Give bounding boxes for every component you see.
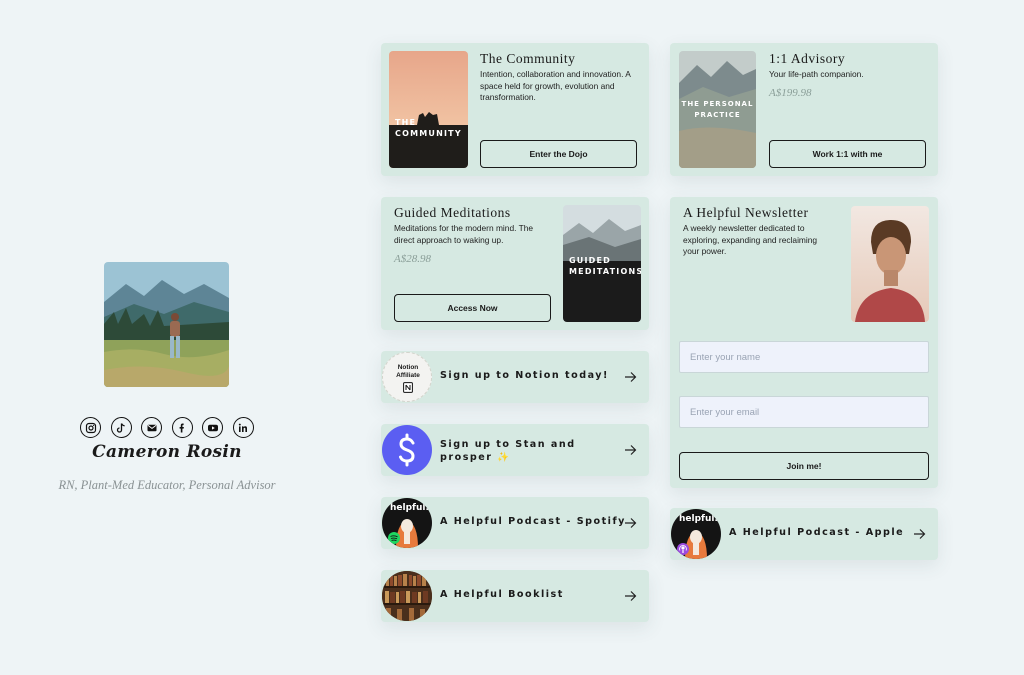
profile-subtitle: RN, Plant-Med Educator, Personal Advisor: [58, 478, 276, 492]
advisory-price: A$199.98: [769, 87, 812, 99]
advisory-title: 1:1 Advisory: [769, 51, 846, 66]
newsletter-title: A Helpful Newsletter: [683, 205, 809, 220]
community-thumb-line1: THE: [395, 118, 417, 127]
join-me-button[interactable]: Join me!: [679, 452, 929, 480]
newsletter-description: A weekly newsletter dedicated to explori…: [683, 223, 818, 257]
enter-dojo-button[interactable]: Enter the Dojo: [480, 140, 637, 168]
youtube-icon[interactable]: [202, 417, 224, 438]
newsletter-portrait: [851, 206, 929, 322]
arrow-right-icon: [625, 591, 637, 601]
email-input[interactable]: [679, 396, 929, 428]
meditations-description: Meditations for the modern mind. The dir…: [394, 223, 534, 245]
arrow-right-icon: [625, 445, 637, 455]
advisory-description: Your life-path companion.: [769, 69, 864, 79]
social-links: [80, 417, 254, 439]
apple-link-label: A Helpful Podcast - Apple: [729, 527, 905, 538]
notion-link-label: Sign up to Notion today!: [440, 370, 609, 381]
spotify-cover-text: helpful.: [390, 503, 429, 513]
instagram-icon[interactable]: [80, 417, 101, 438]
arrow-right-icon: [625, 372, 637, 382]
notion-affiliate-badge: Notion Affiliate: [382, 352, 432, 402]
tiktok-icon[interactable]: [110, 417, 132, 438]
podcast-cover-spotify: helpful.: [382, 498, 432, 548]
notion-logo-icon: [403, 382, 413, 393]
community-card: THE COMMUNITY The Community Intention, c…: [381, 43, 649, 176]
meditations-thumbnail: GUIDED MEDITATIONS: [563, 205, 641, 322]
advisory-thumb-line2: PRACTICE: [694, 111, 741, 119]
work-with-me-button[interactable]: Work 1:1 with me: [769, 140, 926, 168]
stan-link-label: Sign up to Stan and prosper ✨: [440, 439, 576, 463]
profile-section: Cameron Rosin RN, Plant-Med Educator, Pe…: [0, 0, 340, 675]
podcast-cover-apple: helpful.: [671, 509, 721, 559]
stan-dollar-icon: [382, 425, 432, 475]
meditations-card: Guided Meditations Meditations for the m…: [381, 197, 649, 330]
booklist-link[interactable]: A Helpful Booklist: [381, 570, 649, 622]
notion-badge-line1: Notion: [397, 364, 419, 371]
spotify-link-label: A Helpful Podcast - Spotify: [440, 516, 626, 527]
meditations-title: Guided Meditations: [394, 205, 511, 220]
meditations-thumb-line1: GUIDED: [569, 256, 611, 265]
apple-cover-text: helpful.: [679, 514, 718, 524]
advisory-thumbnail: THE PERSONAL PRACTICE: [679, 51, 756, 168]
notion-link[interactable]: Notion Affiliate Sign up to Notion today…: [381, 351, 649, 403]
spotify-podcast-link[interactable]: helpful. A Helpful Podcast - Spotify: [381, 497, 649, 549]
linkedin-icon[interactable]: [232, 417, 254, 438]
community-thumbnail: THE COMMUNITY: [389, 51, 468, 168]
community-thumb-line2: COMMUNITY: [395, 129, 462, 138]
bookshelf-image: [382, 571, 432, 621]
arrow-right-icon: [625, 518, 637, 528]
access-now-button[interactable]: Access Now: [394, 294, 551, 322]
profile-name: Cameron Rosin: [92, 442, 242, 462]
apple-podcast-link[interactable]: helpful. A Helpful Podcast - Apple: [670, 508, 938, 560]
advisory-card: THE PERSONAL PRACTICE 1:1 Advisory Your …: [670, 43, 938, 176]
arrow-right-icon: [914, 529, 926, 539]
email-icon[interactable]: [141, 417, 163, 438]
notion-badge-line2: Affiliate: [396, 372, 420, 379]
facebook-icon[interactable]: [171, 417, 193, 438]
advisory-thumb-line1: THE PERSONAL: [681, 100, 754, 108]
newsletter-card: A Helpful Newsletter A weekly newsletter…: [670, 197, 938, 488]
booklist-link-label: A Helpful Booklist: [440, 589, 564, 600]
meditations-thumb-line2: MEDITATIONS: [569, 267, 641, 276]
meditations-price: A$28.98: [394, 253, 431, 265]
profile-photo: [104, 262, 229, 387]
community-description: Intention, collaboration and innovation.…: [480, 69, 631, 103]
community-title: The Community: [480, 51, 576, 66]
stan-link[interactable]: Sign up to Stan and prosper ✨: [381, 424, 649, 476]
name-input[interactable]: [679, 341, 929, 373]
